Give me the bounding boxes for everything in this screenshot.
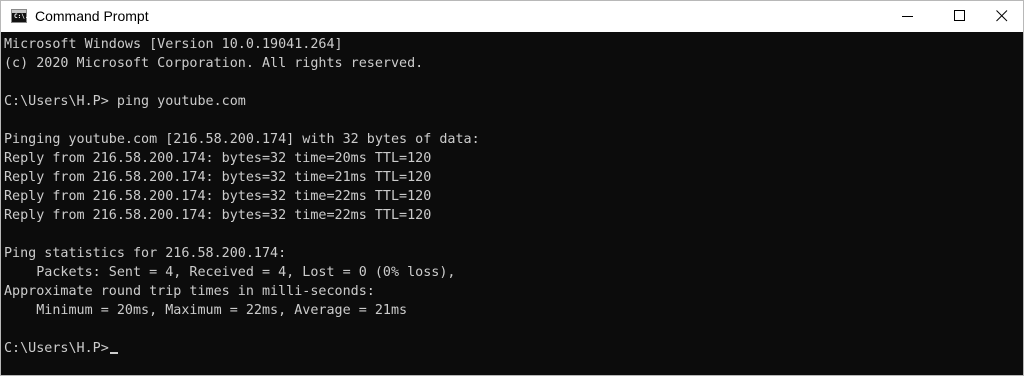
console-line: Pinging youtube.com [216.58.200.174] wit… [4, 132, 480, 147]
command-prompt-window: C:\. Command Prompt Microsoft Windows [V… [0, 0, 1024, 376]
console-line: Reply from 216.58.200.174: bytes=32 time… [4, 208, 432, 223]
maximize-icon [954, 10, 965, 21]
console-line: C:\Users\H.P> ping youtube.com [4, 94, 246, 109]
close-icon [996, 10, 1008, 22]
cmd-icon-text: C:\. [14, 13, 29, 20]
prompt-text: C:\Users\H.P> [4, 341, 109, 356]
console-line: Packets: Sent = 4, Received = 4, Lost = … [4, 265, 456, 280]
console-line: Reply from 216.58.200.174: bytes=32 time… [4, 170, 432, 185]
console-line: Approximate round trip times in milli-se… [4, 284, 375, 299]
close-button[interactable] [979, 1, 1024, 31]
maximize-button[interactable] [937, 1, 983, 31]
prompt-line[interactable]: C:\Users\H.P> [4, 339, 118, 358]
console-line: Reply from 216.58.200.174: bytes=32 time… [4, 151, 432, 166]
console-line: Minimum = 20ms, Maximum = 22ms, Average … [4, 303, 408, 318]
console-line: Microsoft Windows [Version 10.0.19041.26… [4, 37, 343, 52]
minimize-icon [902, 16, 913, 17]
console-output[interactable]: Microsoft Windows [Version 10.0.19041.26… [1, 32, 1023, 375]
console-line: Ping statistics for 216.58.200.174: [4, 246, 287, 261]
window-title: Command Prompt [35, 8, 149, 24]
text-cursor [109, 352, 118, 354]
title-bar[interactable]: C:\. Command Prompt [1, 1, 1023, 32]
cmd-icon[interactable]: C:\. [11, 9, 29, 23]
minimize-button[interactable] [885, 1, 931, 31]
console-line: (c) 2020 Microsoft Corporation. All righ… [4, 56, 424, 71]
console-line: Reply from 216.58.200.174: bytes=32 time… [4, 189, 432, 204]
